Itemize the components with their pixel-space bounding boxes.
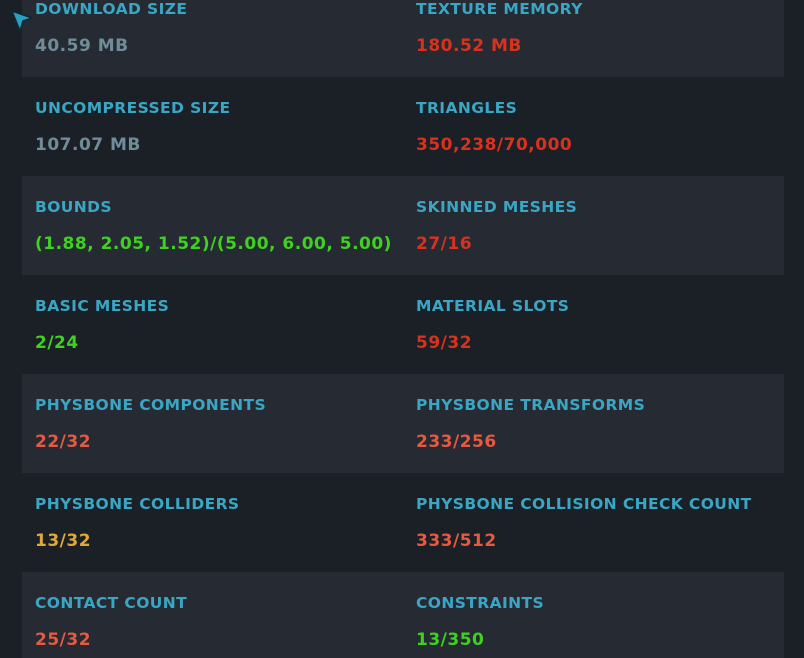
stat-triangles: TRIANGLES 350,238/70,000 bbox=[416, 99, 572, 155]
stat-value: 13/350 bbox=[416, 630, 485, 650]
stat-label: PHYSBONE COMPONENTS bbox=[35, 396, 267, 414]
stat-row-download: DOWNLOAD SIZE 40.59 MB TEXTURE MEMORY 18… bbox=[22, 0, 784, 77]
stat-value: 350,238/70,000 bbox=[416, 135, 573, 155]
stat-value: 180.52 MB bbox=[416, 36, 522, 56]
stat-physbone-transforms: PHYSBONE TRANSFORMS 233/256 bbox=[416, 396, 645, 452]
stat-label: TRIANGLES bbox=[416, 99, 518, 117]
stat-value: 40.59 MB bbox=[35, 36, 129, 56]
stat-label: DOWNLOAD SIZE bbox=[35, 0, 188, 18]
stat-label: BOUNDS bbox=[35, 198, 112, 216]
stat-uncompressed-size: UNCOMPRESSED SIZE 107.07 MB bbox=[35, 99, 230, 155]
stat-physbone-colliders: PHYSBONE COLLIDERS 13/32 bbox=[35, 495, 240, 551]
stat-basic-meshes: BASIC MESHES 2/24 bbox=[35, 297, 169, 353]
stat-bounds: BOUNDS (1.88, 2.05, 1.52)/(5.00, 6.00, 5… bbox=[35, 198, 392, 254]
stat-label: PHYSBONE COLLISION CHECK COUNT bbox=[416, 495, 752, 513]
stat-row-meshes: BASIC MESHES 2/24 MATERIAL SLOTS 59/32 bbox=[22, 275, 784, 374]
stat-label: TEXTURE MEMORY bbox=[416, 0, 583, 18]
stat-value: 59/32 bbox=[416, 333, 473, 353]
stat-value: 22/32 bbox=[35, 432, 92, 452]
stat-value: 13/32 bbox=[35, 531, 92, 551]
stat-row-uncompressed: UNCOMPRESSED SIZE 107.07 MB TRIANGLES 35… bbox=[22, 77, 784, 176]
stat-label: PHYSBONE COLLIDERS bbox=[35, 495, 240, 513]
stat-constraints: CONSTRAINTS 13/350 bbox=[416, 594, 544, 650]
stat-row-bounds: BOUNDS (1.88, 2.05, 1.52)/(5.00, 6.00, 5… bbox=[22, 176, 784, 275]
stat-label: MATERIAL SLOTS bbox=[416, 297, 570, 315]
stat-row-contacts: CONTACT COUNT 25/32 CONSTRAINTS 13/350 bbox=[22, 572, 784, 658]
stat-value: 25/32 bbox=[35, 630, 92, 650]
stat-value: 2/24 bbox=[35, 333, 79, 353]
stat-value: 233/256 bbox=[416, 432, 497, 452]
stat-label: UNCOMPRESSED SIZE bbox=[35, 99, 231, 117]
stat-row-colliders: PHYSBONE COLLIDERS 13/32 PHYSBONE COLLIS… bbox=[22, 473, 784, 572]
stat-value: (1.88, 2.05, 1.52)/(5.00, 6.00, 5.00) bbox=[35, 234, 392, 254]
stat-physbone-components: PHYSBONE COMPONENTS 22/32 bbox=[35, 396, 266, 452]
performance-stats-panel: DOWNLOAD SIZE 40.59 MB TEXTURE MEMORY 18… bbox=[22, 0, 784, 658]
stat-label: PHYSBONE TRANSFORMS bbox=[416, 396, 646, 414]
stat-contact-count: CONTACT COUNT 25/32 bbox=[35, 594, 187, 650]
stat-texture-memory: TEXTURE MEMORY 180.52 MB bbox=[416, 0, 583, 56]
stat-row-physbone: PHYSBONE COMPONENTS 22/32 PHYSBONE TRANS… bbox=[22, 374, 784, 473]
pointer-arrow-icon bbox=[11, 10, 33, 32]
stat-skinned-meshes: SKINNED MESHES 27/16 bbox=[416, 198, 577, 254]
stat-label: CONSTRAINTS bbox=[416, 594, 545, 612]
stat-label: CONTACT COUNT bbox=[35, 594, 188, 612]
stat-physbone-collision-check-count: PHYSBONE COLLISION CHECK COUNT 333/512 bbox=[416, 495, 752, 551]
stat-download-size: DOWNLOAD SIZE 40.59 MB bbox=[35, 0, 187, 56]
stat-material-slots: MATERIAL SLOTS 59/32 bbox=[416, 297, 569, 353]
stat-value: 333/512 bbox=[416, 531, 497, 551]
stat-value: 27/16 bbox=[416, 234, 473, 254]
stat-value: 107.07 MB bbox=[35, 135, 141, 155]
stat-label: SKINNED MESHES bbox=[416, 198, 578, 216]
stat-label: BASIC MESHES bbox=[35, 297, 170, 315]
